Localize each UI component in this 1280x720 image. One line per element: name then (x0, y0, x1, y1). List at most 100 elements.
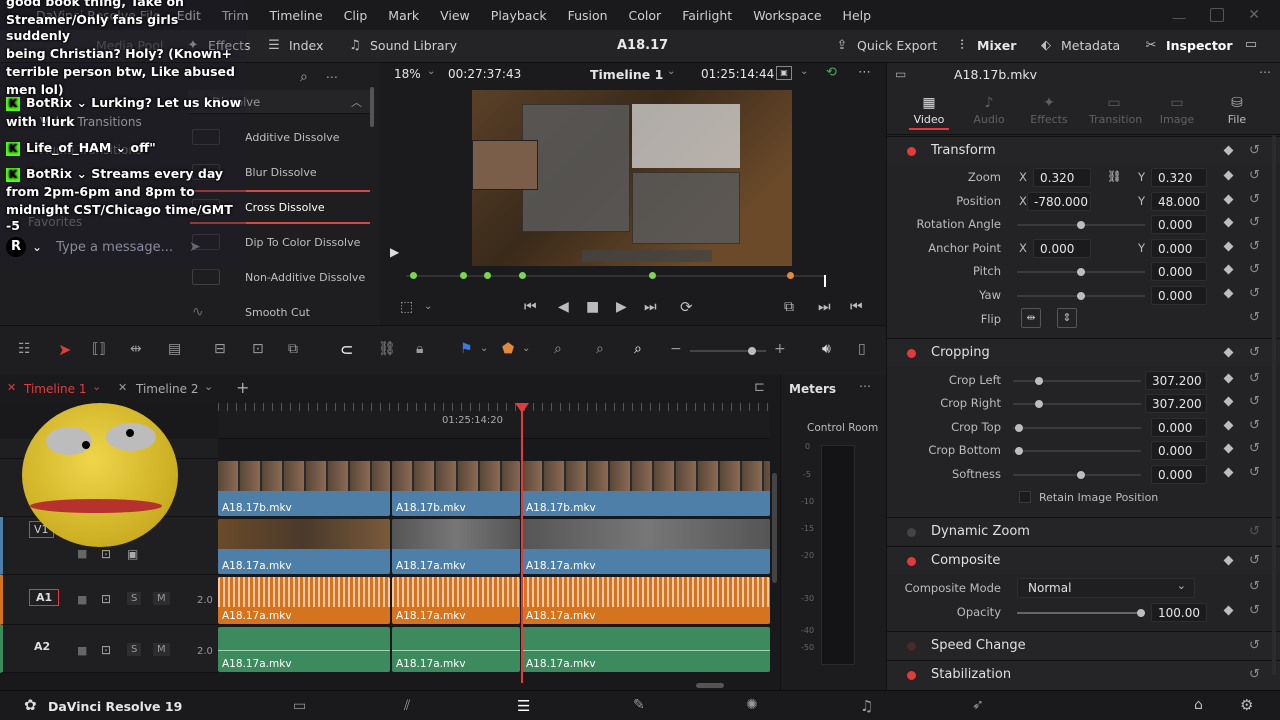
zoom-custom-icon[interactable]: ⌕ (634, 341, 642, 357)
tab-timeline-2[interactable]: Timeline 2 (136, 382, 198, 396)
media-page-icon[interactable]: ▭ (293, 698, 306, 714)
zoom-out-icon[interactable]: − (670, 341, 682, 357)
flip-horizontal-button[interactable]: ⇹ (1021, 308, 1041, 328)
keyframe-diamond-icon[interactable] (1223, 170, 1234, 181)
tab-effects[interactable]: ✦ Effects (1029, 95, 1069, 126)
marker-green[interactable] (410, 272, 417, 279)
solo-button[interactable]: S (127, 643, 142, 656)
lock-icon[interactable]: ■ (77, 547, 87, 560)
reset-icon[interactable]: ↺ (1249, 239, 1260, 254)
zoom-full-icon[interactable]: ⌕ (554, 341, 562, 357)
tab-audio[interactable]: ♪ Audio (969, 95, 1009, 126)
zoom-slider-knob[interactable] (748, 347, 756, 355)
menu-fusion[interactable]: Fusion (568, 8, 608, 23)
menu-playback[interactable]: Playback (491, 8, 547, 23)
enable-toggle[interactable] (907, 642, 916, 651)
send-icon[interactable]: ➤ (189, 239, 201, 255)
snapping-icon[interactable]: ⊂ (340, 340, 353, 359)
slider-knob[interactable] (1077, 221, 1085, 229)
deliver-page-icon[interactable]: ➶ (972, 697, 984, 713)
next-clip-button[interactable]: ⏭ (818, 299, 831, 315)
lock-icon[interactable]: 🔒︎ (416, 341, 423, 357)
rotation-slider[interactable] (1017, 221, 1145, 229)
flag-icon[interactable]: ⚑ (460, 341, 473, 357)
chevron-down-icon[interactable]: ⌄ (424, 301, 432, 312)
anchor-x-field[interactable]: 0.000 (1033, 239, 1091, 258)
monitor-icon[interactable]: ▣ (127, 547, 138, 561)
keyframe-diamond-icon[interactable] (1223, 420, 1234, 431)
reset-icon[interactable]: ↺ (1249, 310, 1260, 325)
timeline-ruler[interactable]: 01:25:14:20 (218, 403, 770, 439)
marker-green[interactable] (484, 272, 491, 279)
fairlight-page-icon[interactable]: ♫ (860, 697, 873, 715)
marker-orange[interactable] (787, 272, 794, 279)
zoom-y-field[interactable]: 0.320 (1151, 168, 1207, 187)
slider-knob[interactable] (1015, 424, 1023, 432)
auto-select-icon[interactable]: ⊡ (101, 547, 111, 561)
marker-green[interactable] (519, 272, 526, 279)
slider-knob[interactable] (1077, 471, 1085, 479)
section-transform[interactable]: Transform ↺ (887, 136, 1280, 164)
add-timeline-icon[interactable]: + (236, 378, 249, 397)
pitch-field[interactable]: 0.000 (1151, 262, 1207, 281)
menu-clip[interactable]: Clip (344, 8, 368, 23)
audio-clip[interactable]: A18.17a.mkv (392, 627, 520, 672)
link-icon[interactable]: ⛓ (1107, 169, 1122, 183)
yaw-slider[interactable] (1017, 292, 1145, 300)
slider-knob[interactable] (1035, 400, 1043, 408)
tab-image[interactable]: ▭ Image (1157, 95, 1197, 126)
track-a1-label[interactable]: A1 (29, 589, 60, 606)
insert-clip-icon[interactable]: ⊟ (214, 341, 226, 357)
play-button[interactable]: ▶ (616, 299, 627, 315)
slider-knob[interactable] (1077, 292, 1085, 300)
audio-clip[interactable]: A18.17a.mkv (522, 627, 770, 672)
minimize-button[interactable] (1172, 11, 1187, 19)
reset-icon[interactable]: ↺ (1249, 465, 1260, 480)
keyframe-diamond-icon[interactable] (1223, 288, 1234, 299)
keyframe-diamond-icon[interactable] (1223, 373, 1234, 384)
speaker-icon[interactable]: 🔊︎ (822, 341, 831, 357)
video-clip[interactable]: A18.17a.mkv (392, 519, 520, 574)
chat-username[interactable]: Life_of_HAM (26, 140, 111, 155)
opacity-field[interactable]: 100.00 (1151, 603, 1207, 622)
chevron-down-icon[interactable]: ⌄ (92, 380, 101, 393)
more-options-icon[interactable]: ⋯ (859, 379, 871, 393)
effect-smooth-cut[interactable]: ∿ Smooth Cut (190, 295, 370, 329)
tab-video[interactable]: ▦ Video (909, 95, 949, 130)
marker-green[interactable] (460, 272, 467, 279)
reset-icon[interactable]: ↺ (1249, 262, 1260, 277)
previous-clip-button[interactable]: ⏮ (850, 299, 863, 315)
keyframe-diamond-icon[interactable] (1223, 347, 1234, 358)
keyframe-diamond-icon[interactable] (1223, 264, 1234, 275)
softness-field[interactable]: 0.000 (1151, 465, 1207, 484)
composite-mode-select[interactable]: Normal ⌄ (1017, 578, 1195, 598)
reset-icon[interactable]: ↺ (1249, 603, 1260, 618)
video-clip[interactable]: A18.17b.mkv (522, 461, 770, 516)
tab-file[interactable]: ⛁ File (1217, 95, 1257, 126)
mute-button[interactable]: M (153, 643, 170, 656)
menu-timeline[interactable]: Timeline (270, 8, 323, 23)
panel-scrollbar[interactable] (370, 87, 374, 127)
chevron-down-icon[interactable]: ⌄ (667, 66, 675, 77)
crop-left-slider[interactable] (1013, 377, 1141, 385)
fusion-page-icon[interactable]: ✎ (633, 697, 645, 713)
chevron-down-icon[interactable]: ⌄ (480, 343, 488, 354)
selection-tool-icon[interactable]: ➤ (58, 340, 71, 359)
stop-button[interactable]: ■ (586, 299, 599, 315)
crop-right-slider[interactable] (1013, 400, 1141, 408)
timeline-view-icon[interactable]: ⊏ (754, 380, 765, 395)
keyframe-diamond-icon[interactable] (1223, 194, 1234, 205)
anchor-y-field[interactable]: 0.000 (1151, 239, 1207, 258)
reset-icon[interactable]: ↺ (1249, 394, 1260, 409)
close-icon[interactable]: ✕ (118, 381, 127, 394)
video-clip[interactable]: A18.17b.mkv (218, 461, 390, 516)
more-options-icon[interactable]: ⋯ (858, 65, 871, 80)
marker-icon[interactable]: ⬟ (502, 341, 514, 357)
zoom-detail-icon[interactable]: ⌕ (596, 341, 604, 357)
sound-library-button[interactable]: ♫ Sound Library (347, 38, 457, 53)
safe-area-icon[interactable]: ⬚ (400, 299, 413, 315)
flip-vertical-button[interactable]: ⇕ (1057, 308, 1077, 328)
keyframe-diamond-icon[interactable] (1223, 145, 1234, 156)
section-dynamic-zoom[interactable]: Dynamic Zoom ↺ (887, 517, 1280, 545)
opacity-slider[interactable] (1017, 609, 1145, 617)
